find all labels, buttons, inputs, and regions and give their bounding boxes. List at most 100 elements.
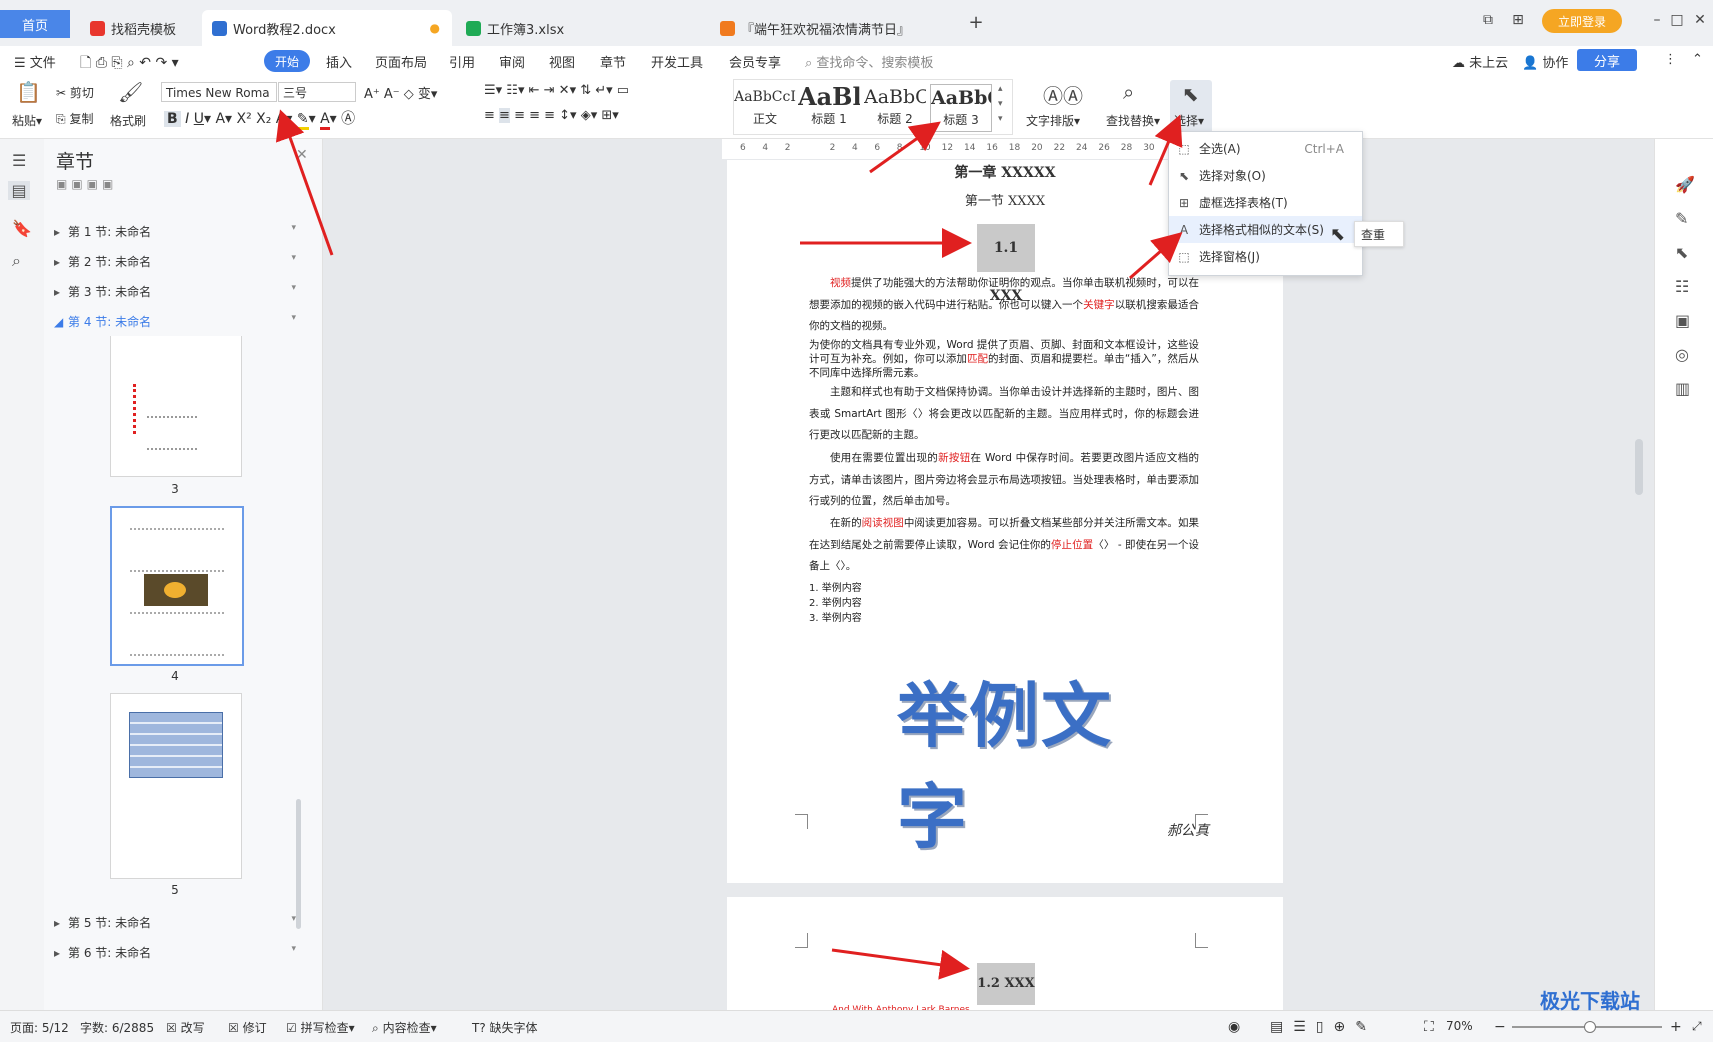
- tab-promo[interactable]: 『端午狂欢祝福浓情满节日』: [710, 10, 960, 46]
- document-scrollbar[interactable]: [1635, 439, 1643, 495]
- quick-access-icons[interactable]: 🗋 ⎙ ⎘ ⌕ ↶ ↷ ▾: [80, 52, 179, 76]
- style-heading-1[interactable]: AaBl 标题 1: [798, 84, 860, 132]
- dropdown-icon[interactable]: ▾: [291, 914, 296, 924]
- tab-word-doc[interactable]: Word教程2.docx ●: [202, 10, 452, 46]
- font-format-icons[interactable]: B I U▾ A▾ X² X₂ A▾ ✎▾ A▾ Ⓐ: [164, 108, 355, 130]
- share-button[interactable]: 分享: [1577, 49, 1637, 71]
- list-format-icons[interactable]: ☰▾ ☷▾ ⇤ ⇥ ✕▾ ⇅ ↵▾ ▭: [484, 83, 629, 98]
- chapter-nav-icon[interactable]: ▤: [8, 181, 30, 200]
- nav-section-6[interactable]: ▸ 第 6 节: 未命名 ▾: [54, 944, 304, 961]
- collapse-ribbon-icon[interactable]: ⌃: [1692, 52, 1703, 67]
- tab-templates[interactable]: 找稻壳模板: [80, 10, 198, 46]
- document-page[interactable]: 1.2 XXX And With Anthony Lark Barnes...: [727, 897, 1283, 1015]
- collaborate-button[interactable]: 👤 协作: [1522, 52, 1568, 71]
- zoom-in-icon[interactable]: +: [1670, 1019, 1682, 1035]
- pane-tools-icons[interactable]: ▣▣▣▣: [56, 177, 117, 191]
- page-thumbnail-4[interactable]: [110, 506, 244, 666]
- wordart-text[interactable]: 举例文字: [897, 660, 1157, 862]
- menu-references[interactable]: 引用: [449, 52, 475, 71]
- zoom-level[interactable]: 70%: [1446, 1019, 1473, 1033]
- menu-select-object[interactable]: ⬉ 选择对象(O): [1169, 162, 1362, 189]
- track-changes-toggle[interactable]: ☒ 修订: [228, 1019, 267, 1036]
- ruler[interactable]: 6 4 2 2 4 6 8 10 12 14 16 18 20 22 24 26 28 30: [722, 139, 1170, 159]
- paragraph-align-icons[interactable]: ≡ ≡ ≡ ≡ ≡ ↕▾ ◈▾ ⊞▾: [484, 108, 619, 123]
- spell-check-button[interactable]: ☑ 拼写检查▾: [286, 1019, 355, 1036]
- find-icon[interactable]: ⌕: [12, 251, 21, 271]
- copy-button[interactable]: ⎘ 复制: [56, 110, 93, 127]
- new-tab-icon[interactable]: +: [964, 12, 988, 33]
- style-heading-3[interactable]: AaBbC 标题 3: [930, 84, 992, 132]
- pen-icon[interactable]: ✎: [1675, 209, 1688, 228]
- menu-chapter[interactable]: 章节: [600, 52, 626, 71]
- menu-vip[interactable]: 会员专享: [729, 52, 781, 71]
- paste-icon[interactable]: 📋: [16, 80, 41, 104]
- dropdown-icon[interactable]: ▾: [291, 313, 296, 323]
- more-icon[interactable]: ⋮: [1664, 52, 1677, 67]
- text-layout-button[interactable]: 文字排版▾: [1026, 112, 1080, 129]
- zoom-slider-handle[interactable]: [1584, 1021, 1596, 1033]
- menu-start[interactable]: 开始: [264, 50, 310, 72]
- menu-view[interactable]: 视图: [549, 52, 575, 71]
- menu-file[interactable]: ☰ 文件: [14, 52, 56, 71]
- eye-protect-icon[interactable]: ◉: [1228, 1019, 1240, 1035]
- font-name-select[interactable]: Times New Roma: [161, 82, 277, 102]
- menu-layout[interactable]: 页面布局: [375, 52, 427, 71]
- location-icon[interactable]: ◎: [1675, 345, 1689, 364]
- rocket-icon[interactable]: 🚀: [1675, 175, 1695, 194]
- menu-select-table[interactable]: ⊞ 虚框选择表格(T): [1169, 189, 1362, 216]
- dropdown-icon[interactable]: ▾: [291, 283, 296, 293]
- select-button[interactable]: ⬉ 选择▾: [1170, 80, 1212, 134]
- nav-section-1[interactable]: ▸ 第 1 节: 未命名 ▾: [54, 223, 304, 240]
- tab-home[interactable]: 首页: [0, 10, 70, 38]
- content-check-button[interactable]: ⌕ 内容检查▾: [372, 1019, 437, 1036]
- style-normal[interactable]: AaBbCcI 正文: [734, 84, 796, 132]
- find-replace-icon[interactable]: ⌕: [1123, 80, 1134, 104]
- format-painter-icon[interactable]: 🖌: [118, 80, 143, 104]
- login-button[interactable]: 立即登录: [1542, 9, 1622, 33]
- dropdown-icon[interactable]: ▾: [291, 253, 296, 263]
- menu-select-all[interactable]: ⬚ 全选(A) Ctrl+A: [1169, 135, 1362, 162]
- nav-section-2[interactable]: ▸ 第 2 节: 未命名 ▾: [54, 253, 304, 270]
- cloud-status[interactable]: ☁ 未上云: [1452, 52, 1508, 71]
- outline-icon[interactable]: ☰: [12, 151, 26, 170]
- cursor-icon[interactable]: ⬉: [1675, 243, 1688, 262]
- bookmark-icon[interactable]: 🔖: [12, 219, 32, 238]
- font-size-adjust-icons[interactable]: A⁺ A⁻ ◇ 变▾: [364, 83, 437, 102]
- missing-font-button[interactable]: T? 缺失字体: [472, 1019, 538, 1036]
- style-heading-2[interactable]: AaBbC 标题 2: [864, 84, 926, 132]
- tab-workbook[interactable]: 工作簿3.xlsx: [456, 10, 706, 46]
- dropdown-icon[interactable]: ▾: [291, 223, 296, 233]
- page-thumbnail-5[interactable]: [110, 693, 242, 879]
- page-thumbnail-3[interactable]: [110, 336, 242, 477]
- apps-grid-icon[interactable]: ⊞: [1506, 12, 1530, 28]
- zoom-slider[interactable]: [1512, 1021, 1662, 1033]
- zoom-out-icon[interactable]: −: [1494, 1019, 1506, 1035]
- menu-developer[interactable]: 开发工具: [651, 52, 703, 71]
- overwrite-toggle[interactable]: ☒ 改写: [166, 1019, 205, 1036]
- view-mode-icons[interactable]: ▤☰▯⊕✎: [1270, 1019, 1377, 1035]
- find-replace-button[interactable]: 查找替换▾: [1106, 112, 1160, 129]
- paste-button[interactable]: 粘贴▾: [12, 112, 42, 129]
- nav-section-3[interactable]: ▸ 第 3 节: 未命名 ▾: [54, 283, 304, 300]
- fit-page-icon[interactable]: ⛶: [1424, 1019, 1434, 1035]
- book-icon[interactable]: ▥: [1675, 379, 1690, 398]
- font-size-select[interactable]: 三号: [278, 82, 356, 102]
- pane-close-icon[interactable]: ✕: [296, 147, 308, 163]
- dropdown-icon[interactable]: ▾: [291, 944, 296, 954]
- nav-section-5[interactable]: ▸ 第 5 节: 未命名 ▾: [54, 914, 304, 931]
- maximize-icon[interactable]: □: [1665, 12, 1689, 28]
- style-scroll-icons[interactable]: ▴ ▾ ▾: [998, 82, 1003, 127]
- menu-insert[interactable]: 插入: [326, 52, 352, 71]
- settings-slider-icon[interactable]: ☷: [1675, 277, 1689, 296]
- pane-scrollbar[interactable]: [296, 799, 301, 929]
- format-painter-button[interactable]: 格式刷: [110, 112, 146, 129]
- image-tool-icon[interactable]: ▣: [1675, 311, 1690, 330]
- layout-icon[interactable]: ⧉: [1476, 12, 1500, 28]
- word-count[interactable]: 字数: 6/2885: [80, 1019, 154, 1036]
- nav-section-4[interactable]: ◢ 第 4 节: 未命名 ▾: [54, 313, 304, 330]
- page-indicator[interactable]: 页面: 5/12: [10, 1019, 69, 1036]
- menu-review[interactable]: 审阅: [499, 52, 525, 71]
- command-search[interactable]: ⌕ 查找命令、搜索模板: [805, 52, 933, 71]
- cut-button[interactable]: ✂ 剪切: [56, 84, 94, 101]
- close-icon[interactable]: ✕: [1688, 12, 1712, 28]
